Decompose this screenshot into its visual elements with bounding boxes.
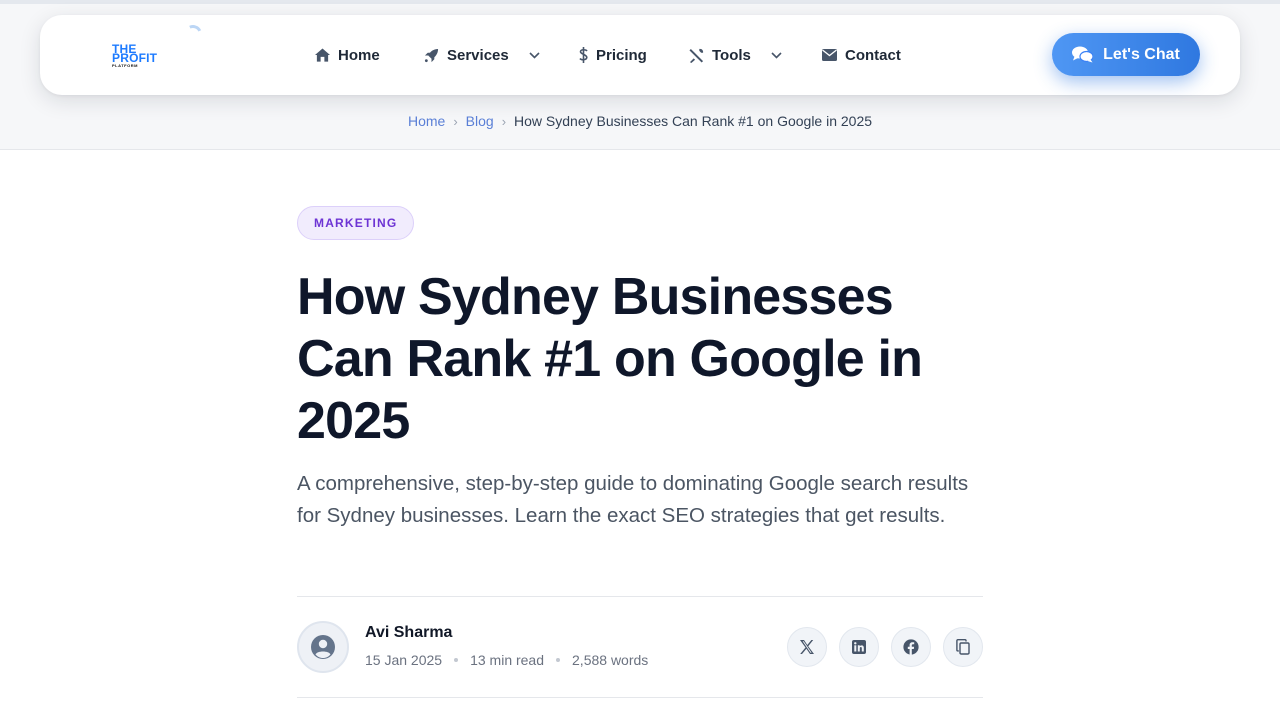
home-icon [315, 48, 330, 62]
linkedin-icon [852, 640, 866, 654]
x-icon [800, 640, 814, 654]
copy-icon [956, 639, 970, 655]
article-meta: 15 Jan 2025 13 min read 2,588 words [365, 652, 648, 668]
article-title: How Sydney Businesses Can Rank #1 on Goo… [297, 268, 923, 450]
breadcrumb: Home › Blog › How Sydney Businesses Can … [0, 113, 1280, 129]
author-avatar [297, 621, 349, 673]
navbar: THE PROFIT PLATFORM Home Services Pricin… [40, 15, 1240, 95]
nav-item-contact[interactable]: Contact [822, 45, 901, 65]
meta-separator [556, 658, 561, 662]
nav-label: Pricing [596, 46, 647, 64]
share-linkedin-button[interactable] [839, 627, 879, 667]
divider [297, 697, 983, 698]
nav-label: Services [447, 46, 509, 64]
nav-label: Contact [845, 46, 901, 64]
lets-chat-button[interactable]: Let's Chat [1052, 33, 1200, 76]
word-count: 2,588 words [572, 652, 649, 668]
envelope-icon [822, 49, 837, 61]
divider [297, 596, 983, 597]
cta-label: Let's Chat [1103, 45, 1180, 63]
nav-label: Home [338, 46, 380, 64]
nav-item-services[interactable]: Services [424, 45, 540, 65]
facebook-icon [903, 639, 919, 655]
category-badge[interactable]: MARKETING [297, 206, 415, 240]
nav-label: Tools [712, 46, 751, 64]
article-subtitle: A comprehensive, step-by-step guide to d… [297, 472, 969, 527]
nav-item-tools[interactable]: Tools [689, 45, 782, 65]
chevron-down-icon [529, 51, 540, 59]
share-x-button[interactable] [787, 627, 827, 667]
breadcrumb-link-blog[interactable]: Blog [466, 113, 494, 129]
nav-item-pricing[interactable]: Pricing [579, 45, 647, 65]
tools-icon [689, 48, 704, 63]
breadcrumb-link-home[interactable]: Home [408, 113, 445, 129]
comments-icon [1072, 46, 1094, 63]
read-time: 13 min read [470, 652, 545, 668]
user-circle-icon [311, 635, 335, 659]
dollar-icon [579, 47, 588, 63]
rocket-icon [424, 48, 439, 62]
breadcrumb-separator: › [501, 113, 507, 129]
breadcrumb-current: How Sydney Businesses Can Rank #1 on Goo… [514, 113, 873, 129]
copy-link-button[interactable] [943, 627, 983, 667]
share-facebook-button[interactable] [891, 627, 931, 667]
publish-date: 15 Jan 2025 [365, 652, 443, 668]
meta-separator [454, 658, 459, 662]
nav-item-home[interactable]: Home [315, 45, 380, 65]
chevron-down-icon [771, 51, 782, 59]
breadcrumb-separator: › [453, 113, 458, 129]
author-name[interactable]: Avi Sharma [365, 624, 452, 642]
